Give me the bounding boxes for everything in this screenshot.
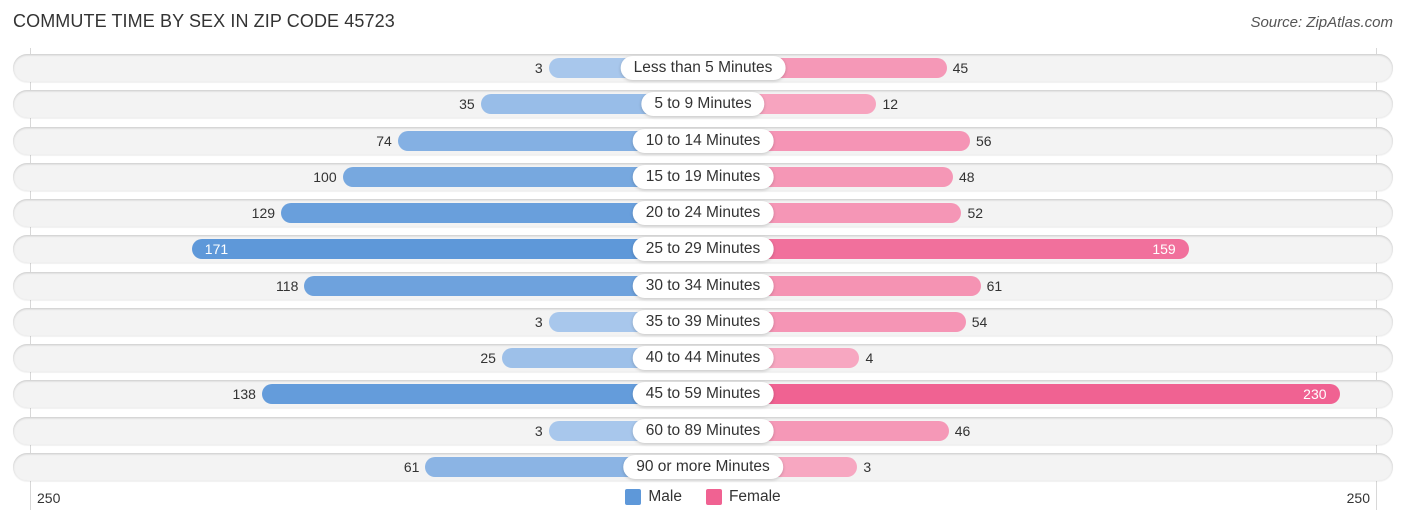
value-label-female: 61 <box>986 277 1003 294</box>
category-label: 5 to 9 Minutes <box>641 92 765 117</box>
bar-male[interactable] <box>191 239 703 260</box>
category-label: Less than 5 Minutes <box>620 56 786 80</box>
category-label: 35 to 39 Minutes <box>632 309 774 334</box>
value-label-female: 3 <box>863 458 872 475</box>
value-label-female: 230 <box>1303 386 1327 403</box>
value-label-female: 54 <box>971 313 988 330</box>
legend-label-male: Male <box>648 488 682 505</box>
legend-swatch-male <box>625 489 642 505</box>
value-label-male: 35 <box>459 96 475 113</box>
value-label-female: 4 <box>865 350 874 366</box>
value-label-female: 56 <box>975 132 992 149</box>
value-label-male: 25 <box>480 350 496 366</box>
category-label: 60 to 89 Minutes <box>632 418 774 443</box>
value-label-male: 138 <box>232 386 256 403</box>
value-label-male: 100 <box>313 168 337 185</box>
value-label-male: 74 <box>376 132 392 149</box>
legend-label-female: Female <box>728 488 781 505</box>
bar-female[interactable] <box>703 239 1189 260</box>
value-label-female: 46 <box>954 422 971 439</box>
category-label: 90 or more Minutes <box>623 454 783 479</box>
category-label: 20 to 24 Minutes <box>632 201 774 225</box>
value-label-male: 129 <box>251 205 276 221</box>
value-label-female: 52 <box>967 205 984 221</box>
category-label: 10 to 14 Minutes <box>632 128 774 153</box>
legend-item-male[interactable]: Male <box>625 488 682 506</box>
legend: Male Female <box>0 488 1406 506</box>
value-label-male: 118 <box>276 277 299 294</box>
value-label-male: 3 <box>534 313 543 330</box>
source-label: Source: ZipAtlas.com <box>1250 14 1393 31</box>
value-label-male: 3 <box>534 422 543 439</box>
category-label: 30 to 34 Minutes <box>632 273 774 298</box>
category-label: 25 to 29 Minutes <box>632 237 774 262</box>
value-label-female: 48 <box>958 168 975 185</box>
value-label-male: 171 <box>204 241 229 258</box>
value-label-female: 12 <box>882 96 899 113</box>
category-label: 45 to 59 Minutes <box>632 382 774 407</box>
category-label: 15 to 19 Minutes <box>632 164 774 189</box>
chart-title: COMMUTE TIME BY SEX IN ZIP CODE 45723 <box>13 11 395 31</box>
category-label: 40 to 44 Minutes <box>632 346 774 370</box>
value-label-female: 45 <box>952 60 969 76</box>
value-label-male: 61 <box>403 458 420 475</box>
value-label-female: 159 <box>1152 241 1176 258</box>
value-label-male: 3 <box>534 60 543 76</box>
legend-item-female[interactable]: Female <box>705 488 781 506</box>
bar-female[interactable] <box>703 384 1340 405</box>
legend-swatch-female <box>705 489 722 505</box>
